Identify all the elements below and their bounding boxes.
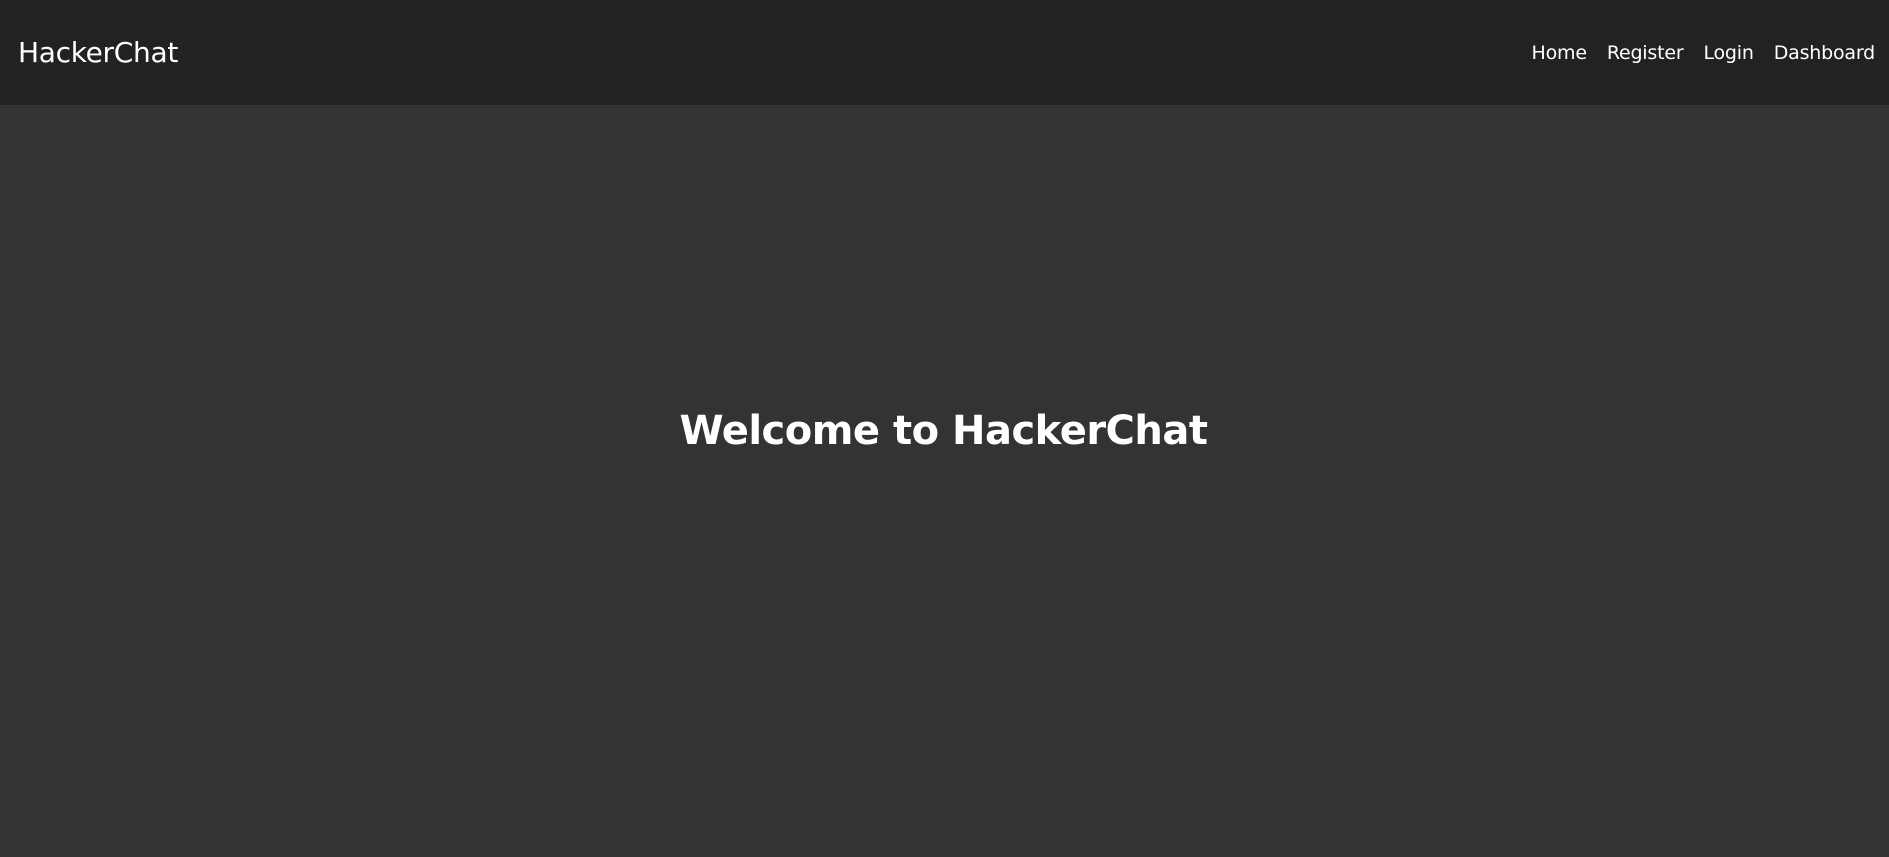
main-content — [0, 105, 1889, 857]
welcome-heading: Welcome to HackerChat — [679, 408, 1209, 454]
nav-link-register[interactable]: Register — [1607, 42, 1684, 64]
nav-link-login[interactable]: Login — [1703, 42, 1753, 64]
top-navbar: HackerChat Home Register Login Dashboard — [0, 0, 1889, 105]
brand-link[interactable]: HackerChat — [18, 36, 178, 69]
nav-link-dashboard[interactable]: Dashboard — [1774, 42, 1875, 64]
nav-links: Home Register Login Dashboard — [1532, 42, 1876, 64]
nav-link-home[interactable]: Home — [1532, 42, 1588, 64]
